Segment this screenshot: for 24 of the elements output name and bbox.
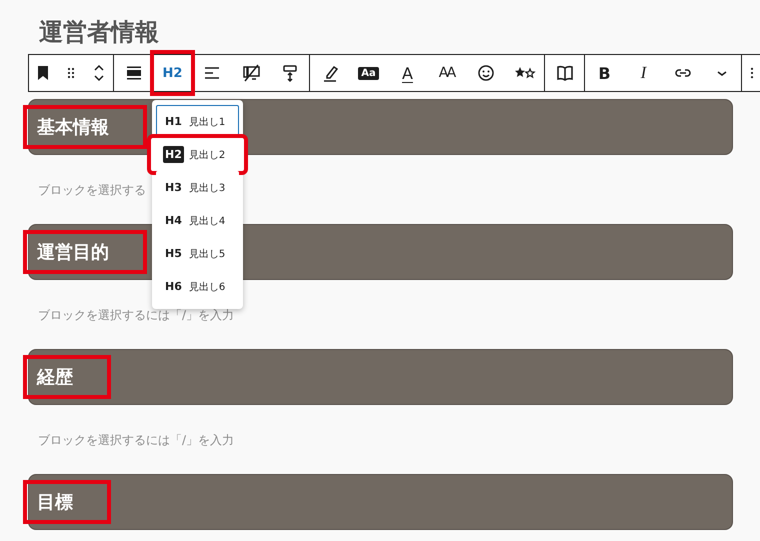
level-label: H3 — [164, 180, 183, 196]
page-title: 運営者情報 — [39, 17, 159, 48]
heading-text: 目標 — [23, 480, 111, 524]
heading-level-button[interactable]: H2 — [153, 53, 192, 93]
menu-item-label: 見出し3 — [188, 182, 226, 194]
level-label: H6 — [164, 279, 183, 295]
level-label: H4 — [164, 213, 183, 229]
level-label: H2 — [163, 146, 184, 163]
bold-button[interactable]: B — [585, 55, 624, 91]
heading-text: 運営目的 — [23, 230, 147, 274]
text-color-button[interactable]: A — [388, 55, 427, 91]
font-size-button[interactable]: AA — [427, 55, 466, 91]
level-label: H5 — [164, 246, 183, 262]
menu-item-label: 見出し6 — [188, 280, 226, 294]
level-label: H1 — [164, 114, 183, 130]
menu-item-label: 見出し2 — [188, 148, 226, 162]
menu-item-label: 見出し4 — [188, 214, 226, 228]
menu-item-label: 見出し1 — [188, 116, 226, 128]
menu-item[interactable]: H2 見出し2 — [151, 138, 244, 171]
heading-text: 基本情報 — [23, 105, 147, 149]
menu-item-label: 見出し5 — [188, 248, 226, 260]
inline-code-button[interactable]: Aa — [349, 55, 388, 91]
heading-text: 経歴 — [23, 355, 111, 399]
italic-button[interactable]: I — [624, 55, 663, 91]
